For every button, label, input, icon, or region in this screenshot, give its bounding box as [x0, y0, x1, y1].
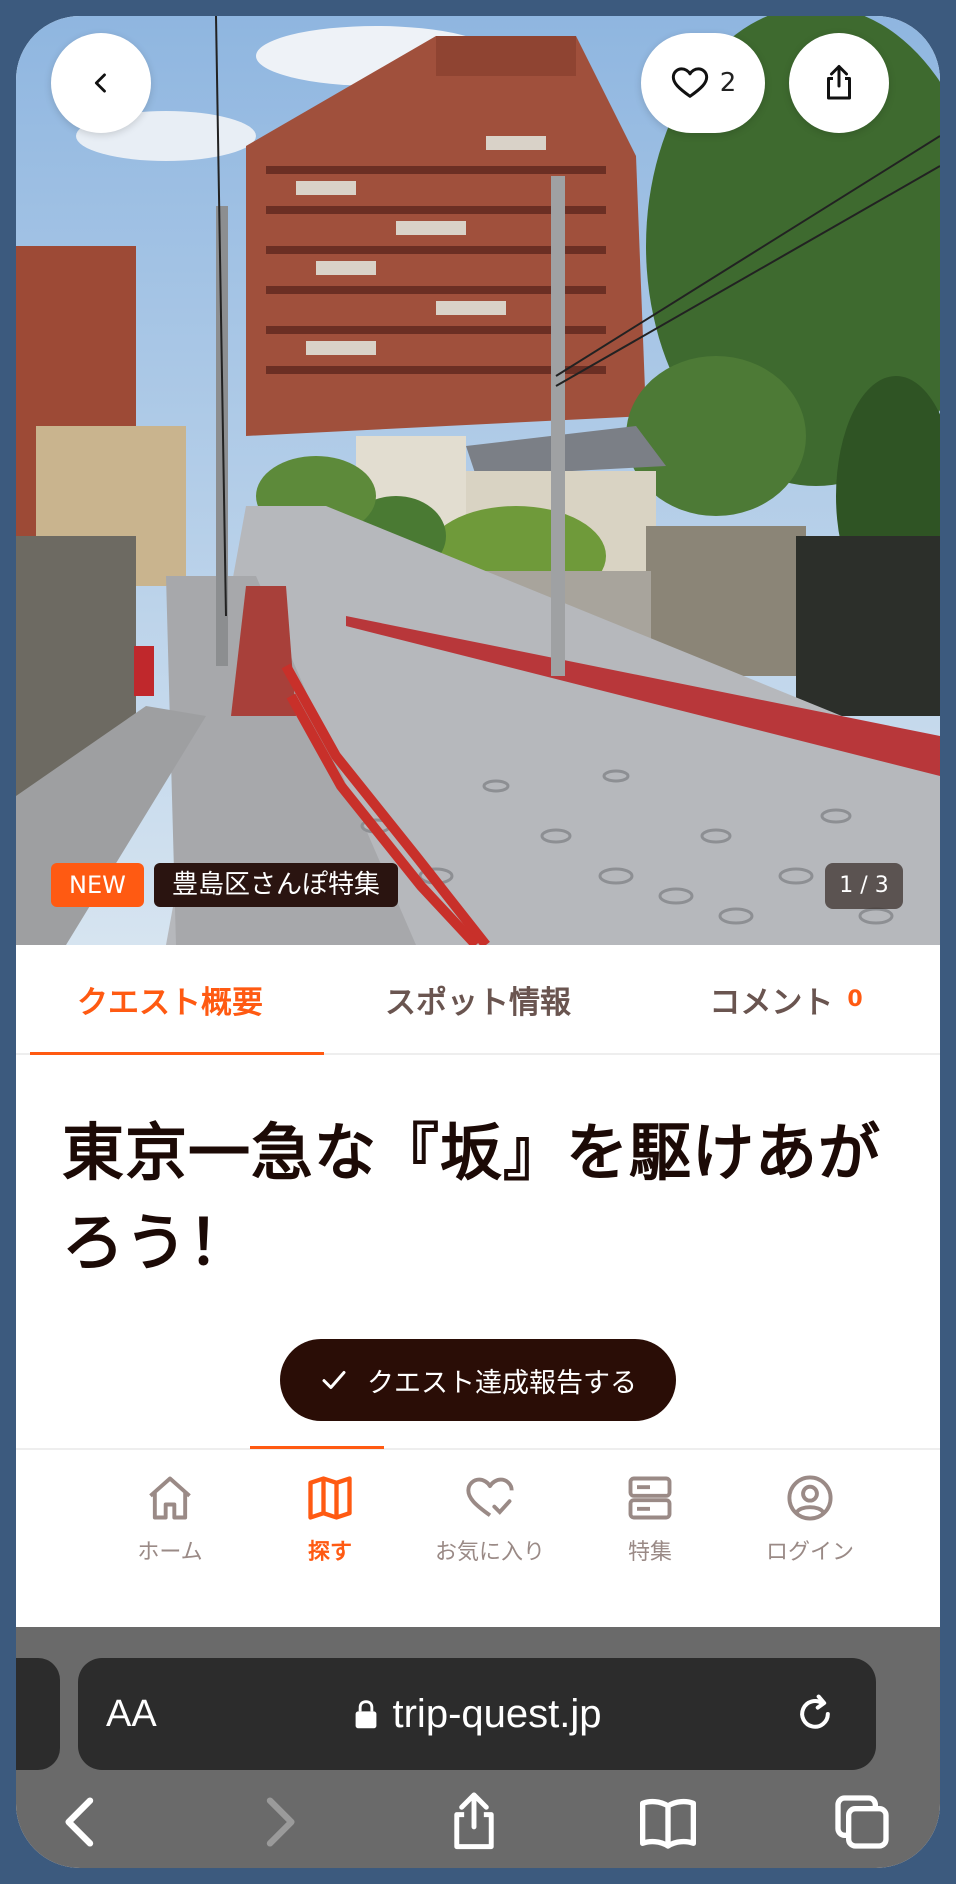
bottom-navigation: ホーム 探す お気に入り 特集 ログイン — [90, 1472, 890, 1582]
screen: 2 NEW 豊島区さんぽ特集 1 / 3 クエスト概要 スポット情報 コメント … — [16, 16, 940, 1868]
feature-list-icon — [628, 1476, 672, 1520]
quest-tabs: クエスト概要 スポット情報 コメント 0 — [16, 945, 940, 1055]
nav-home[interactable]: ホーム — [90, 1472, 250, 1582]
lock-icon — [355, 1700, 376, 1729]
share-icon — [827, 65, 851, 100]
nav-explore[interactable]: 探す — [250, 1472, 410, 1582]
browser-share-icon[interactable] — [442, 1790, 506, 1854]
nav-label: 特集 — [627, 1540, 672, 1565]
bookmarks-icon[interactable] — [636, 1790, 700, 1854]
tab-label: クエスト概要 — [77, 984, 263, 1021]
nav-divider — [16, 1448, 940, 1450]
quest-title: 東京一急な『坂』を駆けあがろう！ — [62, 1116, 882, 1279]
chevron-left-icon — [94, 73, 106, 93]
tab-spot-info[interactable]: スポット情報 — [324, 945, 632, 1053]
reload-icon[interactable] — [793, 1692, 837, 1736]
report-button-label: クエスト達成報告する — [367, 1367, 637, 1399]
active-nav-indicator — [250, 1446, 384, 1449]
new-badge: NEW — [51, 863, 144, 907]
home-icon — [149, 1476, 191, 1520]
street-photo — [16, 16, 940, 945]
comment-count: 0 — [847, 986, 863, 1012]
nav-login[interactable]: ログイン — [730, 1472, 890, 1582]
tab-overview[interactable]: クエスト概要 — [16, 945, 324, 1055]
category-badge[interactable]: 豊島区さんぽ特集 — [154, 863, 399, 907]
nav-label: 探す — [307, 1540, 352, 1565]
user-circle-icon — [787, 1475, 833, 1521]
like-count: 2 — [719, 68, 737, 98]
hero-image[interactable]: 2 NEW 豊島区さんぽ特集 1 / 3 — [16, 16, 940, 945]
heart-icon — [671, 67, 708, 98]
nav-label: お気に入り — [434, 1540, 545, 1565]
nav-favorites[interactable]: お気に入り — [410, 1472, 570, 1582]
url-text: trip-quest.jp — [392, 1691, 602, 1736]
report-completion-button[interactable]: クエスト達成報告する — [280, 1339, 676, 1421]
browser-toolbar: AA trip-quest.jp — [16, 1627, 940, 1868]
image-counter: 1 / 3 — [825, 863, 903, 909]
nav-label: ログイン — [765, 1540, 854, 1565]
nav-label: ホーム — [137, 1540, 203, 1565]
share-button[interactable] — [789, 33, 889, 133]
browser-forward-icon[interactable] — [246, 1790, 310, 1854]
tab-label: スポット情報 — [385, 984, 571, 1021]
tabs-icon[interactable] — [830, 1790, 894, 1854]
like-button[interactable]: 2 — [641, 33, 765, 133]
tab-comments[interactable]: コメント 0 — [632, 945, 940, 1053]
url-display[interactable]: trip-quest.jp — [78, 1658, 876, 1770]
tab-label: コメント — [709, 984, 834, 1021]
nav-features[interactable]: 特集 — [570, 1472, 730, 1582]
device-frame: 2 NEW 豊島区さんぽ特集 1 / 3 クエスト概要 スポット情報 コメント … — [0, 0, 956, 1884]
browser-back-icon[interactable] — [50, 1790, 114, 1854]
back-button[interactable] — [51, 33, 151, 133]
address-bar[interactable]: AA trip-quest.jp — [78, 1658, 876, 1770]
check-icon — [322, 1371, 346, 1389]
previous-tab-preview[interactable] — [16, 1658, 60, 1770]
heart-check-icon — [466, 1477, 514, 1517]
map-icon — [308, 1476, 352, 1520]
